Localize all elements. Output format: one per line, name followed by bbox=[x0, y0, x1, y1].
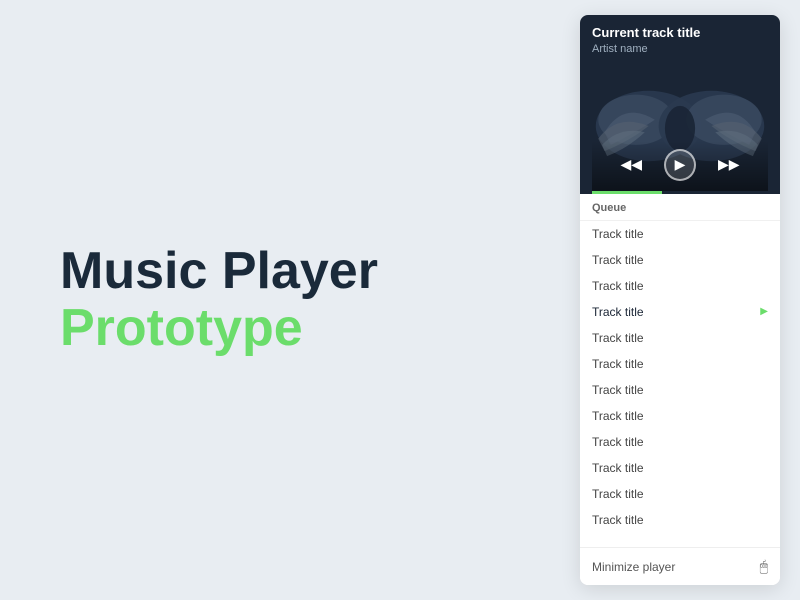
brand-subtitle: Prototype bbox=[60, 300, 378, 357]
play-pause-button[interactable]: ▶ bbox=[664, 149, 696, 181]
queue-item[interactable]: Track title bbox=[580, 507, 780, 533]
progress-bar[interactable] bbox=[592, 191, 662, 194]
queue-item[interactable]: Track title bbox=[580, 481, 780, 507]
play-indicator-icon: ▶ bbox=[760, 306, 768, 317]
queue-item[interactable]: Track title bbox=[580, 273, 780, 299]
queue-item-title: Track title bbox=[592, 331, 644, 345]
queue-item[interactable]: Track title bbox=[580, 429, 780, 455]
prev-button[interactable]: ◀◀ bbox=[618, 154, 644, 175]
prev-icon: ◀◀ bbox=[620, 156, 642, 173]
queue-item-title: Track title bbox=[592, 409, 644, 423]
queue-item[interactable]: Track title bbox=[580, 351, 780, 377]
next-icon: ▶▶ bbox=[718, 156, 740, 173]
queue-item-title: Track title bbox=[592, 279, 644, 293]
queue-item[interactable]: Track title bbox=[580, 377, 780, 403]
minimize-bar[interactable]: Minimize player 🖱 bbox=[580, 547, 780, 585]
cursor-icon: 🖱 bbox=[760, 558, 768, 575]
queue-item-title: Track title bbox=[592, 461, 644, 475]
queue-item[interactable]: Track title bbox=[580, 221, 780, 247]
next-button[interactable]: ▶▶ bbox=[716, 154, 742, 175]
queue-item-title: Track title bbox=[592, 487, 644, 501]
queue-label: Queue bbox=[580, 194, 780, 221]
branding-section: Music Player Prototype bbox=[60, 243, 378, 357]
queue-section: Queue Track titleTrack titleTrack titleT… bbox=[580, 194, 780, 547]
play-icon: ▶ bbox=[675, 156, 686, 173]
queue-item-title: Track title bbox=[592, 435, 644, 449]
queue-item-title: Track title bbox=[592, 513, 644, 527]
album-art: ◀◀ ▶ ▶▶ bbox=[592, 61, 768, 191]
queue-item-title: Track title bbox=[592, 253, 644, 267]
queue-item[interactable]: Track title bbox=[580, 325, 780, 351]
queue-item-title: Track title bbox=[592, 305, 644, 319]
brand-title: Music Player bbox=[60, 243, 378, 300]
queue-item[interactable]: Track title bbox=[580, 455, 780, 481]
track-info: Current track title Artist name bbox=[592, 25, 768, 55]
artist-name: Artist name bbox=[592, 43, 768, 55]
queue-item[interactable]: Track title bbox=[580, 403, 780, 429]
queue-list[interactable]: Track titleTrack titleTrack titleTrack t… bbox=[580, 221, 780, 547]
current-track-title: Current track title bbox=[592, 25, 768, 42]
minimize-label: Minimize player bbox=[592, 560, 675, 574]
queue-item[interactable]: Track title bbox=[580, 247, 780, 273]
queue-item-title: Track title bbox=[592, 227, 644, 241]
queue-item[interactable]: Track title ▶ bbox=[580, 299, 780, 325]
player-widget: Current track title Artist name bbox=[580, 15, 780, 585]
playback-controls: ◀◀ ▶ ▶▶ bbox=[592, 141, 768, 191]
now-playing-section: Current track title Artist name bbox=[580, 15, 780, 194]
queue-item-title: Track title bbox=[592, 357, 644, 371]
queue-item-title: Track title bbox=[592, 383, 644, 397]
